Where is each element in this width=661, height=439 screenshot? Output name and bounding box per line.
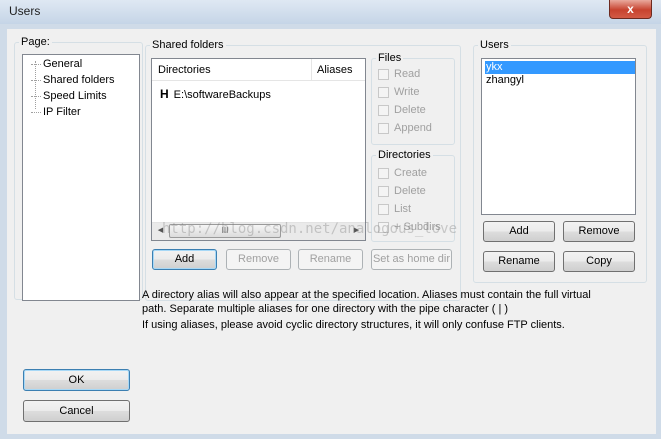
create-checkbox[interactable]: Create [378,167,427,181]
tree-item-shared-folders[interactable]: Shared folders [31,73,115,88]
checkbox-box[interactable] [378,167,389,179]
tree-item-label: IP Filter [43,106,81,118]
user-item-zhangyl[interactable]: zhangyl [485,74,524,87]
rename-folder-button[interactable]: Rename [298,249,363,270]
users-dialog: Users x Page: General Shared folders Spe… [0,0,661,439]
cancel-button[interactable]: Cancel [23,400,130,422]
remove-folder-button[interactable]: Remove [226,249,291,270]
tree-item-label: Shared folders [43,74,115,86]
directory-cell: E:\softwareBackups [173,89,271,101]
delete-dir-checkbox[interactable]: Delete [378,185,426,199]
checkbox-box[interactable] [378,203,389,215]
checkbox-label: Write [394,86,420,98]
close-button[interactable]: x [609,0,652,19]
column-header-directories[interactable]: Directories [152,59,312,81]
checkbox-box[interactable] [378,104,389,116]
checkbox-label: List [394,203,412,215]
tree-item-label: General [43,58,83,70]
checkbox-label: Create [394,167,428,179]
remove-user-button[interactable]: Remove [563,221,635,242]
add-folder-button[interactable]: Add [152,249,217,270]
write-checkbox[interactable]: Write [378,86,419,100]
checkbox-box[interactable] [378,185,389,197]
checkbox-box[interactable] [378,122,389,134]
set-home-dir-button[interactable]: Set as home dir [371,249,452,270]
append-checkbox[interactable]: Append [378,122,432,136]
list-checkbox[interactable]: List [378,203,411,217]
checkbox-label: Delete [394,104,426,116]
add-user-button[interactable]: Add [483,221,555,242]
alias-note-line-1: A directory alias will also appear at th… [142,289,591,301]
ok-button[interactable]: OK [23,369,130,391]
window-title: Users [9,4,41,18]
alias-note-line-3: If using aliases, please avoid cyclic di… [142,319,565,331]
checkbox-box[interactable] [378,86,389,98]
tree-item-speed-limits[interactable]: Speed Limits [31,89,107,104]
dialog-body: Page: General Shared folders Speed Limit… [7,29,656,434]
shared-folders-list[interactable]: Directories Aliases H E:\softwareBackups … [151,58,366,241]
page-group-label: Page: [21,36,50,48]
copy-user-button[interactable]: Copy [563,251,635,272]
tree-item-general[interactable]: General [31,57,82,72]
alias-note-line-2: path. Separate multiple aliases for one … [142,303,509,315]
home-dir-marker: H [160,87,169,101]
checkbox-label: Delete [394,185,426,197]
column-header-aliases[interactable]: Aliases [312,59,365,81]
checkbox-box[interactable] [378,68,389,80]
delete-file-checkbox[interactable]: Delete [378,104,426,118]
rename-user-button[interactable]: Rename [483,251,555,272]
read-checkbox[interactable]: Read [378,68,420,82]
page-tree[interactable]: General Shared folders Speed Limits IP F… [22,54,140,301]
tree-item-label: Speed Limits [43,90,107,102]
table-row[interactable]: H E:\softwareBackups [160,86,271,102]
checkbox-label: Append [394,122,432,134]
users-list[interactable]: ykx zhangyl [481,58,636,215]
user-item-ykx[interactable]: ykx [485,61,635,74]
checkbox-label: Read [394,68,421,80]
title-bar[interactable]: Users x [0,0,661,24]
directories-group-label: Directories [378,149,431,161]
tree-item-ip-filter[interactable]: IP Filter [31,105,81,120]
users-group-label: Users [480,39,509,51]
files-group-label: Files [378,52,402,64]
shared-folders-label: Shared folders [152,39,224,51]
watermark-text: http://blog.csdn.net/analogous_love [162,221,458,237]
